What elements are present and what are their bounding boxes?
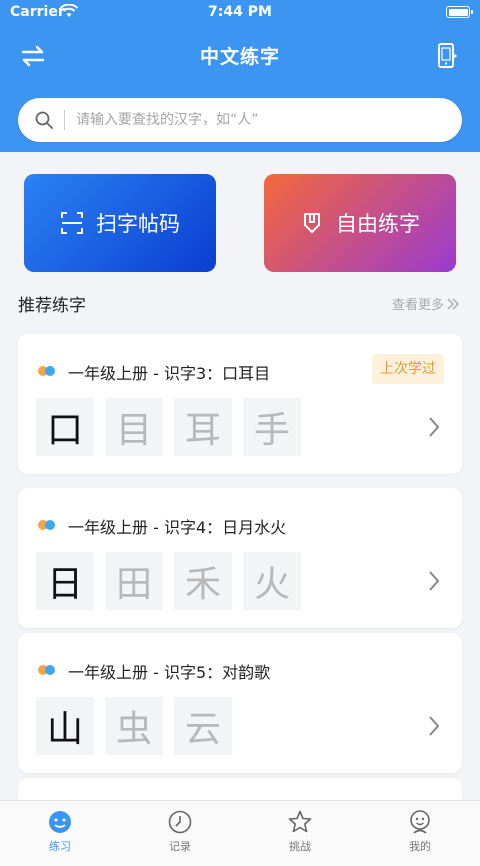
clock-icon bbox=[168, 810, 192, 834]
section-title: 推荐练字 bbox=[18, 296, 86, 316]
clock-time: 7:44 PM bbox=[208, 4, 272, 20]
lesson-title: 一年级上册 - 识字3：口耳目 bbox=[68, 364, 271, 383]
page-title: 中文练字 bbox=[199, 46, 280, 68]
search-divider bbox=[64, 110, 65, 130]
double-chevron-icon bbox=[447, 297, 460, 310]
character-tile[interactable]: 云 bbox=[174, 697, 232, 755]
status-bar: Carrier 7:44 PM bbox=[0, 0, 480, 26]
character-tile[interactable]: 虫 bbox=[105, 697, 163, 755]
lesson-dots-icon bbox=[38, 520, 58, 530]
lesson-card[interactable]: 一年级上册 - 识字3：口耳目 上次学过 口 目 耳 手 bbox=[18, 334, 462, 474]
character-tile[interactable]: 手 bbox=[243, 398, 301, 456]
character-tile[interactable]: 禾 bbox=[174, 552, 232, 610]
pen-shield-icon bbox=[304, 213, 320, 233]
see-more-label: 查看更多 bbox=[391, 298, 444, 313]
lesson-title: 一年级上册 - 识字4：日月水火 bbox=[68, 518, 287, 537]
see-more-link[interactable]: 查看更多 bbox=[392, 294, 460, 313]
battery-icon bbox=[446, 6, 473, 18]
character-tile[interactable]: 耳 bbox=[174, 398, 232, 456]
tab-challenge[interactable]: 挑战 bbox=[270, 809, 330, 854]
lesson-title: 一年级上册 - 识字5：对韵歌 bbox=[68, 663, 271, 682]
tab-practice-label: 练习 bbox=[49, 840, 71, 853]
profile-icon bbox=[410, 810, 430, 834]
chevron-right-icon[interactable] bbox=[428, 416, 440, 438]
tab-practice[interactable]: 练习 bbox=[30, 809, 90, 854]
header: Carrier 7:44 PM 中文练字 bbox=[0, 0, 480, 152]
lesson-card[interactable]: 一年级上册 - 识字5：对韵歌 山 虫 云 bbox=[18, 633, 462, 773]
character-tile[interactable]: 口 bbox=[36, 398, 94, 456]
character-row: 山 虫 云 bbox=[36, 697, 232, 755]
search-input[interactable] bbox=[76, 98, 446, 142]
character-row: 口 目 耳 手 bbox=[36, 398, 301, 456]
tab-profile[interactable]: 我的 bbox=[390, 809, 450, 854]
search-icon bbox=[35, 111, 53, 129]
lesson-dots-icon bbox=[38, 665, 58, 675]
scan-copybook-button[interactable]: 扫字帖码 bbox=[24, 174, 216, 272]
lesson-dots-icon bbox=[38, 366, 58, 376]
character-tile[interactable]: 火 bbox=[243, 552, 301, 610]
phone-icon[interactable] bbox=[436, 42, 458, 70]
free-practice-button[interactable]: 自由练字 bbox=[264, 174, 456, 272]
tab-bar: 练习 记录 挑战 我的 bbox=[0, 800, 480, 866]
chevron-right-icon[interactable] bbox=[428, 570, 440, 592]
tab-profile-label: 我的 bbox=[409, 840, 431, 853]
free-practice-label: 自由练字 bbox=[336, 212, 420, 236]
character-tile[interactable]: 山 bbox=[36, 697, 94, 755]
character-tile[interactable]: 日 bbox=[36, 552, 94, 610]
lesson-card[interactable]: 一年级上册 - 识字4：日月水火 日 田 禾 火 bbox=[18, 488, 462, 628]
scan-copybook-label: 扫字帖码 bbox=[96, 212, 180, 236]
chevron-right-icon[interactable] bbox=[428, 715, 440, 737]
search-bar[interactable] bbox=[18, 98, 462, 142]
character-tile[interactable]: 目 bbox=[105, 398, 163, 456]
tab-records-label: 记录 bbox=[169, 840, 191, 853]
last-studied-badge: 上次学过 bbox=[372, 354, 444, 384]
character-tile[interactable]: 田 bbox=[105, 552, 163, 610]
tab-records[interactable]: 记录 bbox=[150, 809, 210, 854]
practice-icon bbox=[49, 811, 71, 833]
scan-icon bbox=[61, 212, 83, 234]
character-row: 日 田 禾 火 bbox=[36, 552, 301, 610]
tab-challenge-label: 挑战 bbox=[289, 840, 311, 853]
star-icon bbox=[288, 810, 312, 833]
